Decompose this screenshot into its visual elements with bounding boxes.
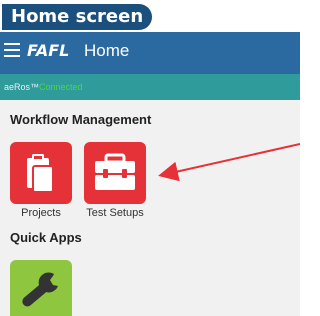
quick-app-tool-button[interactable] [10, 260, 72, 316]
hamburger-menu-icon[interactable] [4, 43, 20, 57]
projects-label: Projects [21, 207, 61, 219]
toolbox-icon [95, 153, 135, 190]
connection-status: Connected [39, 82, 83, 92]
page-title: Home [84, 41, 130, 60]
afl-logo: FAFL [27, 41, 70, 60]
wrench-icon [22, 272, 58, 307]
projects-button[interactable] [10, 142, 72, 204]
clipboard-icon [27, 154, 54, 193]
app-window: FAFL Home aeRos™Connected Workflow Manag… [0, 32, 300, 316]
test-setups-label: Test Setups [86, 207, 144, 219]
workflow-heading: Workflow Management [10, 112, 152, 127]
quick-apps-heading: Quick Apps [10, 230, 82, 245]
caption-label: Home screen [2, 4, 152, 30]
status-bar: aeRos™Connected [0, 74, 300, 100]
app-bar: FAFL Home [0, 32, 300, 74]
test-setups-button[interactable] [84, 142, 146, 204]
device-name: aeRos™ [4, 82, 40, 92]
